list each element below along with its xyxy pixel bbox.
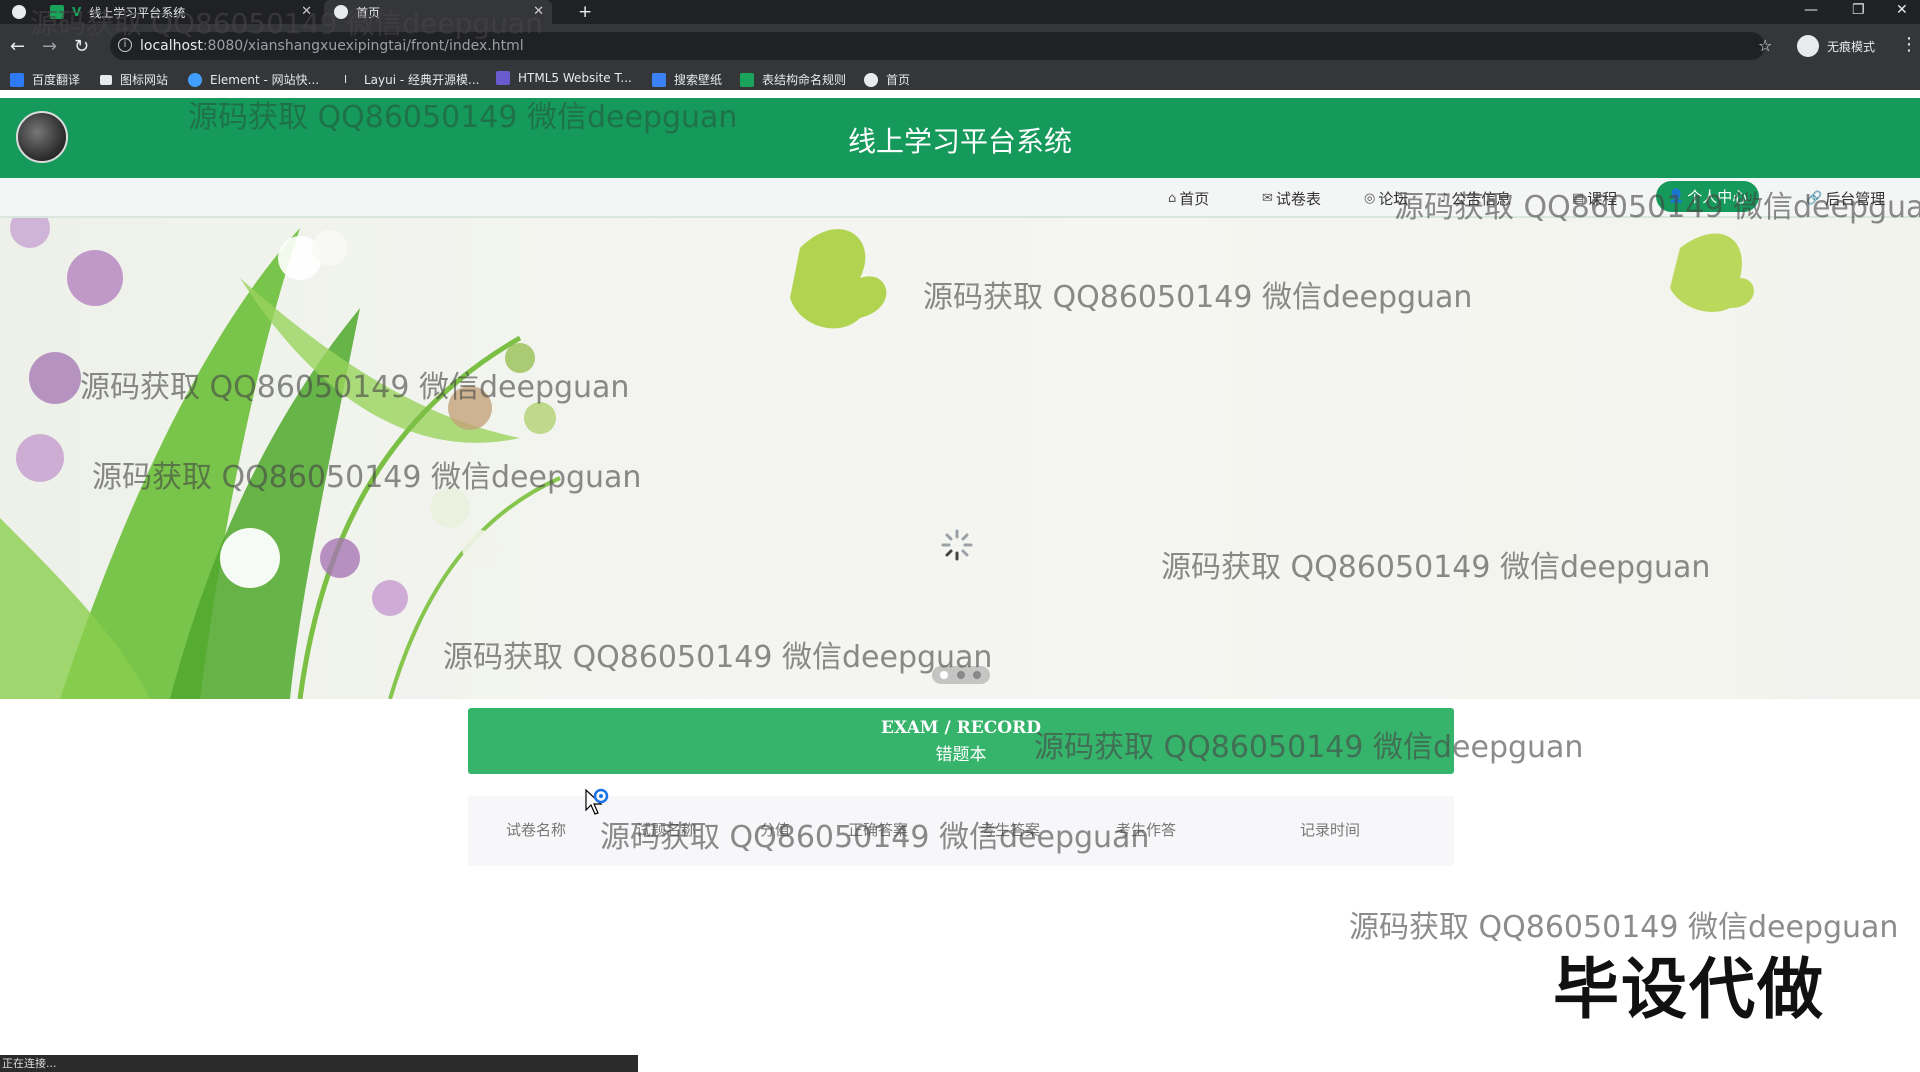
watermark: 源码获取 QQ86050149 微信deepguan: [443, 640, 993, 675]
globe-icon: [864, 72, 878, 87]
bookmark-item[interactable]: HTML5 Website T...: [496, 71, 632, 85]
watermark: 源码获取 QQ86050149 微信deepguan: [92, 460, 642, 495]
bookmark-label: Element - 网站快...: [210, 73, 320, 87]
element-icon: [188, 72, 202, 87]
bookmark-label: 搜索壁纸: [674, 73, 723, 87]
nav-home[interactable]: ⌂ 首页: [1168, 188, 1209, 209]
watermark: 源码获取 QQ86050149 微信deepguan: [1161, 550, 1711, 585]
nav-label: 首页: [1179, 190, 1210, 208]
chrome-icon: [12, 5, 26, 19]
status-bar: 正在连接...: [0, 1055, 638, 1072]
watermark: 源码获取 QQ86050149 微信deepguan: [80, 370, 630, 405]
bookmark-item[interactable]: 百度翻译: [10, 71, 80, 88]
more-menu-icon[interactable]: ⋮: [1900, 34, 1918, 55]
bookmark-item[interactable]: 首页: [864, 71, 910, 88]
bookmark-item[interactable]: Element - 网站快...: [188, 71, 319, 88]
bookmark-label: HTML5 Website T...: [518, 71, 632, 85]
nav-label: 试卷表: [1275, 190, 1321, 208]
wallpaper-icon: [652, 72, 666, 87]
bookmark-label: 首页: [886, 73, 911, 87]
nav-exam-paper[interactable]: ✉ 试卷表: [1262, 188, 1321, 209]
incognito-label: 无痕模式: [1827, 39, 1876, 54]
sheet-icon: [740, 72, 754, 87]
bookmark-label: 表结构命名规则: [762, 73, 847, 87]
minimize-icon[interactable]: —: [1804, 2, 1818, 18]
column-header: 试卷名称: [506, 821, 567, 839]
close-window-icon[interactable]: ✕: [1896, 2, 1908, 18]
mail-icon: ✉: [1262, 191, 1273, 206]
new-tab-icon[interactable]: +: [578, 2, 592, 22]
loading-spinner-icon: [941, 529, 973, 561]
html5-icon: [496, 71, 510, 85]
globe-icon: ◎: [1364, 191, 1376, 206]
bookmark-label: 百度翻译: [32, 73, 81, 87]
back-icon[interactable]: ←: [10, 36, 25, 57]
watermark: 源码获取 QQ86050149 微信deepguan: [1034, 730, 1584, 765]
watermark: 源码获取 QQ86050149 微信deepguan: [600, 820, 1150, 855]
home-icon: ⌂: [1168, 191, 1177, 206]
incognito-indicator[interactable]: 无痕模式: [1797, 32, 1875, 60]
watermark: 源码获取 QQ86050149 微信deepguan: [30, 7, 543, 40]
watermark: 源码获取 QQ86050149 微信deepguan: [188, 100, 738, 135]
bookmark-item[interactable]: 搜索壁纸: [652, 71, 722, 88]
watermark: 源码获取 QQ86050149 微信deepguan: [1394, 190, 1920, 225]
incognito-icon: [1797, 35, 1819, 57]
promo-text: 毕设代做: [1553, 951, 1825, 1028]
translate-icon: [10, 72, 24, 87]
watermark: 源码获取 QQ86050149 微信deepguan: [923, 280, 1473, 315]
layui-icon: l: [344, 72, 348, 86]
flag-icon: [100, 74, 112, 85]
column-header: 记录时间: [1300, 821, 1361, 839]
bookmark-item[interactable]: 图标网站: [100, 71, 168, 88]
bookmark-star-icon[interactable]: ☆: [1758, 36, 1772, 55]
restore-icon[interactable]: ❐: [1852, 2, 1865, 18]
bookmark-label: 图标网站: [120, 73, 169, 87]
bookmark-item[interactable]: 表结构命名规则: [740, 71, 846, 88]
bookmark-item[interactable]: l Layui - 经典开源模...: [344, 71, 479, 88]
bookmarks-bar: 百度翻译 图标网站 Element - 网站快... l Layui - 经典开源…: [0, 68, 1920, 90]
bookmark-label: Layui - 经典开源模...: [364, 73, 480, 87]
